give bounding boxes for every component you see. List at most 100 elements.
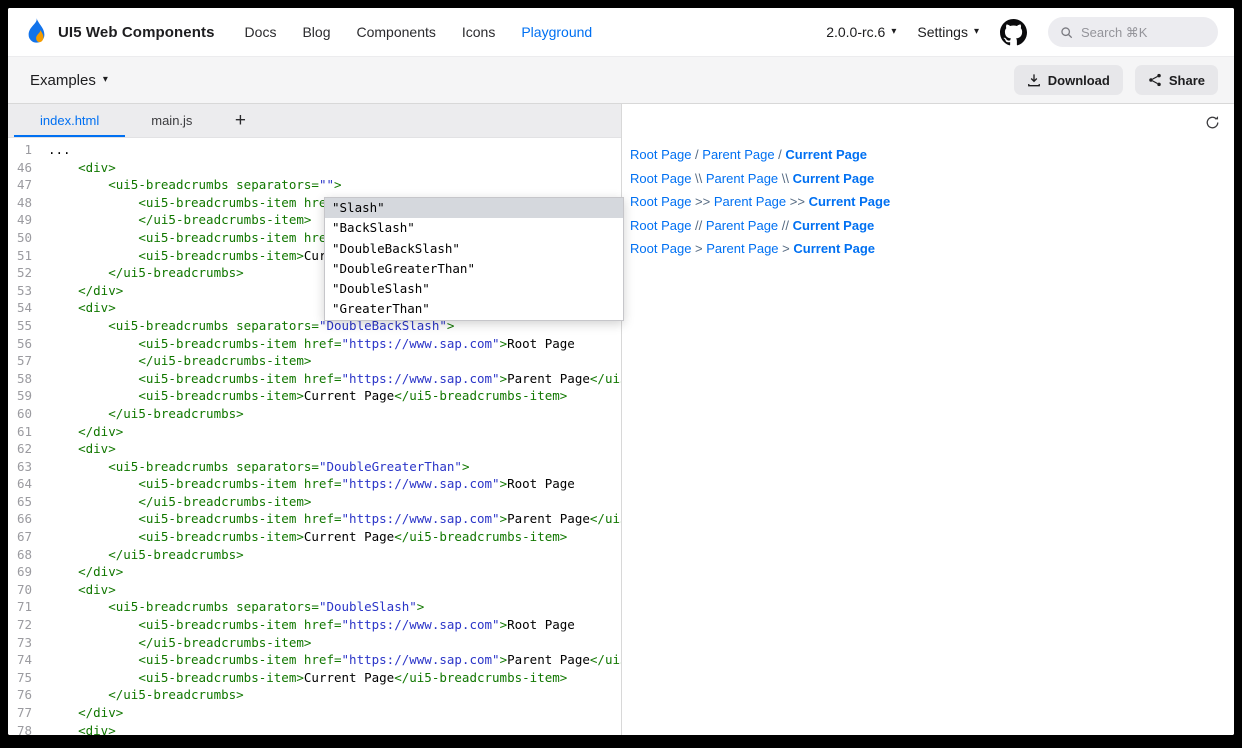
code-line: 75 <ui5-breadcrumbs-item>Current Page</u… bbox=[8, 669, 621, 687]
breadcrumb-separator: // bbox=[778, 218, 792, 233]
toolbar-actions: Download Share bbox=[1014, 65, 1218, 95]
navbar-right: 2.0.0-rc.6 ▾ Settings ▾ bbox=[826, 17, 1218, 47]
breadcrumb-link[interactable]: Root Page bbox=[630, 241, 691, 256]
share-button[interactable]: Share bbox=[1135, 65, 1218, 95]
line-number: 1 bbox=[8, 141, 48, 159]
chevron-down-icon: ▾ bbox=[103, 75, 108, 85]
line-code: <ui5-breadcrumbs-item>Current Page</ui5-… bbox=[48, 387, 567, 405]
tab-index-html[interactable]: index.html bbox=[14, 104, 125, 137]
line-code: <ui5-breadcrumbs-item href="https://www.… bbox=[48, 370, 621, 388]
line-number: 66 bbox=[8, 510, 48, 528]
line-code: <ui5-breadcrumbs-item href="https://www.… bbox=[48, 335, 575, 353]
code-line: 57 </ui5-breadcrumbs-item> bbox=[8, 352, 621, 370]
brand-title: UI5 Web Components bbox=[58, 24, 215, 41]
breadcrumb-link[interactable]: Parent Page bbox=[702, 147, 774, 162]
code-line: 62 <div> bbox=[8, 440, 621, 458]
breadcrumbs-row: Root Page // Parent Page // Current Page bbox=[630, 219, 1226, 233]
autocomplete-option[interactable]: "DoubleBackSlash" bbox=[325, 239, 623, 259]
breadcrumbs-row: Root Page > Parent Page > Current Page bbox=[630, 242, 1226, 256]
line-code: </ui5-breadcrumbs-item> bbox=[48, 352, 311, 370]
version-dropdown[interactable]: 2.0.0-rc.6 ▾ bbox=[826, 24, 896, 40]
line-number: 60 bbox=[8, 405, 48, 423]
breadcrumbs-row: Root Page \\ Parent Page \\ Current Page bbox=[630, 172, 1226, 186]
breadcrumb-link[interactable]: Parent Page bbox=[706, 241, 778, 256]
search-input[interactable] bbox=[1081, 25, 1201, 40]
breadcrumb-link[interactable]: Parent Page bbox=[714, 194, 786, 209]
breadcrumb-link[interactable]: Parent Page bbox=[706, 218, 778, 233]
nav-link-docs[interactable]: Docs bbox=[245, 24, 277, 40]
download-button[interactable]: Download bbox=[1014, 65, 1123, 95]
breadcrumb-link[interactable]: Root Page bbox=[630, 218, 691, 233]
autocomplete-option[interactable]: "Slash" bbox=[325, 198, 623, 218]
autocomplete-option[interactable]: "GreaterThan" bbox=[325, 299, 623, 319]
examples-toolbar: Examples ▾ Download Share bbox=[8, 56, 1234, 103]
line-code: </ui5-breadcrumbs-item> bbox=[48, 493, 311, 511]
line-code: <ui5-breadcrumbs separators=""> bbox=[48, 176, 342, 194]
breadcrumb-separator: > bbox=[691, 241, 706, 256]
code-line: 60 </ui5-breadcrumbs> bbox=[8, 405, 621, 423]
code-line: 77 </div> bbox=[8, 704, 621, 722]
autocomplete-popup: "Slash""BackSlash""DoubleBackSlash""Doub… bbox=[324, 197, 624, 321]
line-number: 53 bbox=[8, 282, 48, 300]
add-tab-button[interactable]: + bbox=[218, 104, 262, 137]
breadcrumb-separator: / bbox=[775, 147, 786, 162]
line-number: 59 bbox=[8, 387, 48, 405]
code-line: 61 </div> bbox=[8, 423, 621, 441]
ui5-logo-icon bbox=[24, 18, 49, 47]
line-number: 62 bbox=[8, 440, 48, 458]
breadcrumb-separator: \\ bbox=[778, 171, 792, 186]
line-code: <div> bbox=[48, 722, 116, 735]
line-number: 76 bbox=[8, 686, 48, 704]
download-label: Download bbox=[1048, 73, 1110, 88]
autocomplete-option[interactable]: "DoubleGreaterThan" bbox=[325, 259, 623, 279]
code-line: 59 <ui5-breadcrumbs-item>Current Page</u… bbox=[8, 387, 621, 405]
breadcrumb-current-page: Current Page bbox=[809, 194, 891, 209]
code-line: 64 <ui5-breadcrumbs-item href="https://w… bbox=[8, 475, 621, 493]
line-code: </ui5-breadcrumbs> bbox=[48, 686, 244, 704]
line-number: 51 bbox=[8, 247, 48, 265]
line-number: 48 bbox=[8, 194, 48, 212]
examples-label: Examples bbox=[30, 72, 96, 89]
code-line: 78 <div> bbox=[8, 722, 621, 735]
nav-link-blog[interactable]: Blog bbox=[302, 24, 330, 40]
share-label: Share bbox=[1169, 73, 1205, 88]
nav-link-playground[interactable]: Playground bbox=[521, 24, 592, 40]
nav-link-icons[interactable]: Icons bbox=[462, 24, 495, 40]
preview-content: Root Page / Parent Page / Current Page Ro… bbox=[622, 140, 1234, 256]
chevron-down-icon: ▾ bbox=[974, 27, 979, 37]
chevron-down-icon: ▾ bbox=[891, 27, 896, 37]
line-number: 50 bbox=[8, 229, 48, 247]
nav-link-components[interactable]: Components bbox=[356, 24, 435, 40]
autocomplete-option[interactable]: "BackSlash" bbox=[325, 218, 623, 238]
main-nav: Docs Blog Components Icons Playground bbox=[245, 24, 593, 40]
breadcrumb-separator: / bbox=[691, 147, 702, 162]
examples-dropdown[interactable]: Examples ▾ bbox=[30, 72, 108, 89]
line-code: <ui5-breadcrumbs separators="DoubleSlash… bbox=[48, 598, 424, 616]
editor-tabbar: index.htmlmain.js+ bbox=[8, 104, 621, 138]
tab-main-js[interactable]: main.js bbox=[125, 104, 218, 137]
github-icon[interactable] bbox=[1000, 19, 1027, 46]
settings-dropdown[interactable]: Settings ▾ bbox=[917, 24, 979, 40]
line-code: <ui5-breadcrumbs-item>Current Page</ui5-… bbox=[48, 669, 567, 687]
refresh-button[interactable] bbox=[1205, 115, 1220, 130]
line-number: 78 bbox=[8, 722, 48, 735]
breadcrumb-link[interactable]: Parent Page bbox=[706, 171, 778, 186]
version-label: 2.0.0-rc.6 bbox=[826, 24, 885, 40]
breadcrumb-link[interactable]: Root Page bbox=[630, 171, 691, 186]
code-line: 69 </div> bbox=[8, 563, 621, 581]
line-code: <ui5-breadcrumbs-item>Current Page</ui5-… bbox=[48, 528, 567, 546]
playground-window: UI5 Web Components Docs Blog Components Ico… bbox=[8, 8, 1234, 735]
search-box[interactable] bbox=[1048, 17, 1218, 47]
line-code: <ui5-breadcrumbs-item href="https://www.… bbox=[48, 616, 575, 634]
line-code: <ui5-breadcrumbs-item href="https://www.… bbox=[48, 510, 621, 528]
line-number: 55 bbox=[8, 317, 48, 335]
breadcrumb-link[interactable]: Root Page bbox=[630, 194, 691, 209]
line-code: </ui5-breadcrumbs-item> bbox=[48, 634, 311, 652]
autocomplete-option[interactable]: "DoubleSlash" bbox=[325, 279, 623, 299]
brand[interactable]: UI5 Web Components bbox=[24, 18, 215, 47]
line-number: 71 bbox=[8, 598, 48, 616]
breadcrumb-link[interactable]: Root Page bbox=[630, 147, 691, 162]
line-code: <div> bbox=[48, 581, 116, 599]
line-number: 52 bbox=[8, 264, 48, 282]
breadcrumb-current-page: Current Page bbox=[785, 147, 867, 162]
